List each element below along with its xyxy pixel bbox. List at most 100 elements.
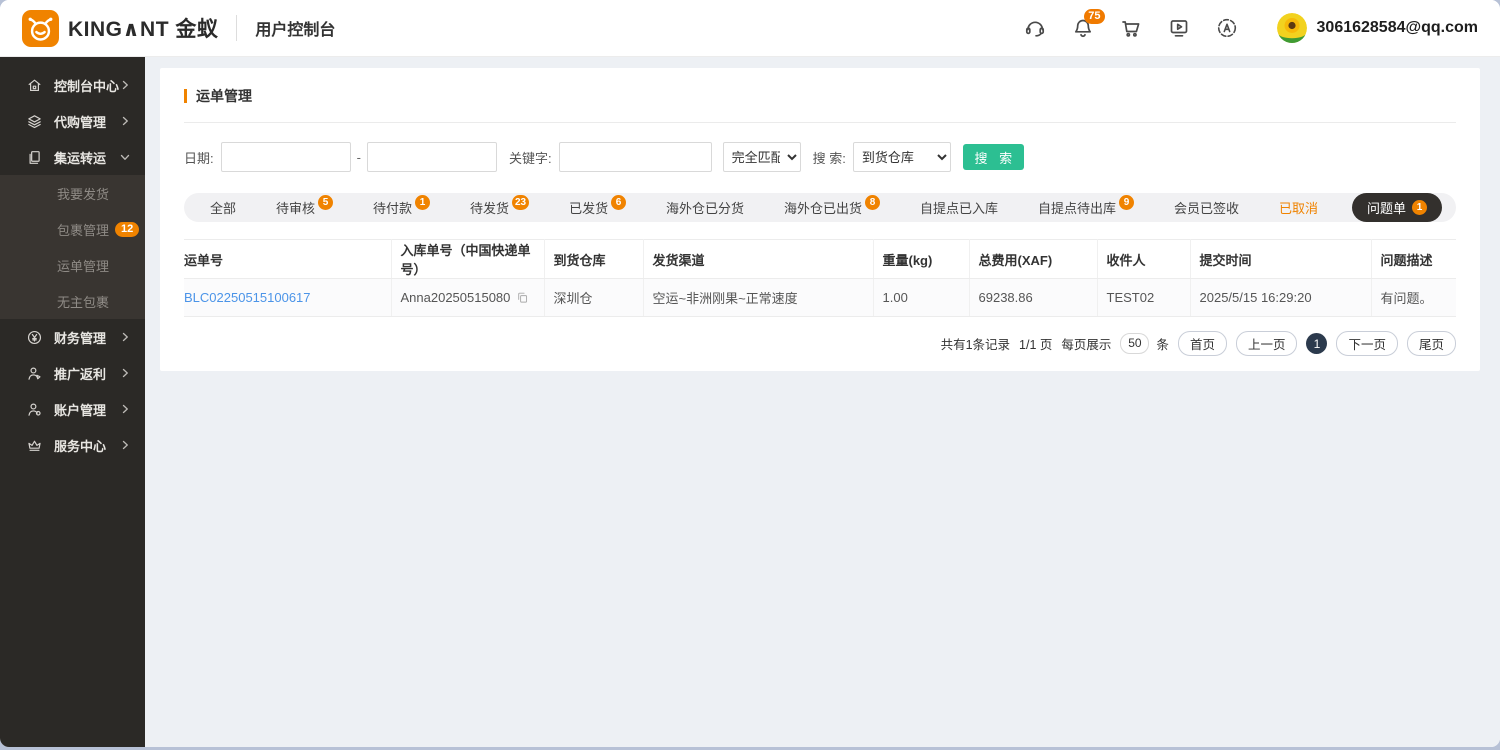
bell-icon[interactable]: 75 xyxy=(1071,16,1095,40)
column-header: 运单号 xyxy=(184,240,391,279)
warehouse-select[interactable]: 到货仓库 xyxy=(853,142,951,172)
avatar[interactable] xyxy=(1277,13,1307,43)
sidebar-item-console-center[interactable]: 控制台中心 xyxy=(0,67,145,103)
column-header: 问题描述 xyxy=(1371,240,1456,279)
brand-name: KING∧NT 金蚁 xyxy=(68,13,218,43)
chevron-right-icon xyxy=(119,439,131,451)
header-actions: 75 xyxy=(999,13,1478,43)
column-header: 提交时间 xyxy=(1190,240,1371,279)
person-share-icon xyxy=(26,365,43,382)
tab-pending-payment[interactable]: 待付款1 xyxy=(367,198,436,217)
waybill-number-link[interactable]: BLC02250515100617 xyxy=(184,290,311,305)
waybill-table: 运单号入库单号（中国快递单号）到货仓库发货渠道重量(kg)总费用(XAF)收件人… xyxy=(184,239,1456,317)
chevron-down-icon xyxy=(119,151,131,163)
tab-pending-review[interactable]: 待审核5 xyxy=(270,198,339,217)
channel-cell: 空运~非洲刚果~正常速度 xyxy=(643,279,873,317)
tab-member-signed[interactable]: 会员已签收 xyxy=(1168,198,1245,217)
tab-overseas-shipped[interactable]: 海外仓已出货8 xyxy=(778,198,886,217)
sidebar-item-consolidation[interactable]: 集运转运 xyxy=(0,139,145,175)
column-header: 收件人 xyxy=(1097,240,1190,279)
sidebar-subitem-label: 包裹管理 xyxy=(57,220,109,239)
tab-label: 已取消 xyxy=(1279,198,1318,217)
search-button[interactable]: 搜 索 xyxy=(963,144,1024,170)
tab-shipped[interactable]: 已发货6 xyxy=(563,198,632,217)
tab-label: 海外仓已分货 xyxy=(666,198,744,217)
tab-overseas-sorted[interactable]: 海外仓已分货 xyxy=(660,198,750,217)
total-cost-cell: 69238.86 xyxy=(969,279,1097,317)
count-badge: 1 xyxy=(415,195,430,210)
current-page-indicator[interactable]: 1 xyxy=(1306,333,1327,354)
submit-time-cell: 2025/5/15 16:29:20 xyxy=(1190,279,1371,317)
table-row: BLC02250515100617 Anna20250515080 深圳仓空运~非洲… xyxy=(184,279,1456,317)
keyword-label: 关键字: xyxy=(509,148,552,167)
copy-icon[interactable] xyxy=(516,291,529,304)
tab-label: 全部 xyxy=(210,198,236,217)
sidebar-item-finance[interactable]: 财务管理 xyxy=(0,319,145,355)
table-header-row: 运单号入库单号（中国快递单号）到货仓库发货渠道重量(kg)总费用(XAF)收件人… xyxy=(184,240,1456,279)
tab-cancelled[interactable]: 已取消 xyxy=(1273,198,1324,217)
translate-icon[interactable] xyxy=(1215,16,1239,40)
cart-icon[interactable] xyxy=(1119,16,1143,40)
count-badge: 8 xyxy=(865,195,880,210)
chevron-right-icon xyxy=(119,367,131,379)
user-email[interactable]: 3061628584@qq.com xyxy=(1317,19,1478,37)
sidebar-item-service-center[interactable]: 服务中心 xyxy=(0,427,145,463)
record-summary: 共有1条记录 xyxy=(941,334,1010,353)
sidebar-subitem-unclaimed-packages[interactable]: 无主包裹 xyxy=(0,283,145,319)
tab-label: 自提点待出库 xyxy=(1038,198,1116,217)
filter-bar: 日期: - 关键字: 完全匹配 搜 索: 到货仓库 搜 索 xyxy=(184,142,1456,172)
kingant-logo-icon[interactable] xyxy=(22,10,59,47)
next-page-button[interactable]: 下一页 xyxy=(1336,331,1398,356)
tab-label: 待审核 xyxy=(276,198,315,217)
sidebar-subitem-label: 我要发货 xyxy=(57,184,109,203)
count-badge: 9 xyxy=(1119,195,1134,210)
title-accent-bar xyxy=(184,89,187,103)
sidebar-subitem-package-management[interactable]: 包裹管理 12 xyxy=(0,211,145,247)
sidebar-item-label: 代购管理 xyxy=(54,112,119,131)
tab-pickup-outbound[interactable]: 自提点待出库9 xyxy=(1032,198,1140,217)
sidebar-item-purchasing[interactable]: 代购管理 xyxy=(0,103,145,139)
per-page-selector[interactable]: 50 xyxy=(1120,333,1149,354)
warehouse-cell: 深圳仓 xyxy=(544,279,643,317)
status-tabbar: 全部 待审核5 待付款1 待发货23 已发货6 海外仓已分货 海外仓已出货8 自提点已入库 自提… xyxy=(184,193,1456,222)
sidebar-submenu: 我要发货包裹管理 12 运单管理无主包裹 xyxy=(0,175,145,319)
tab-pending-shipment[interactable]: 待发货23 xyxy=(464,198,535,217)
crown-icon xyxy=(26,437,43,454)
tab-all[interactable]: 全部 xyxy=(204,198,242,217)
column-header: 总费用(XAF) xyxy=(969,240,1097,279)
inbound-number: Anna20250515080 xyxy=(401,290,511,305)
date-end-input[interactable] xyxy=(367,142,497,172)
last-page-button[interactable]: 尾页 xyxy=(1407,331,1456,356)
support-icon[interactable] xyxy=(1023,16,1047,40)
date-separator: - xyxy=(357,150,361,165)
first-page-button[interactable]: 首页 xyxy=(1178,331,1227,356)
tab-label: 会员已签收 xyxy=(1174,198,1239,217)
prev-page-button[interactable]: 上一页 xyxy=(1236,331,1298,356)
yen-icon xyxy=(26,329,43,346)
keyword-input[interactable] xyxy=(559,142,712,172)
sidebar-subitem-waybill-management[interactable]: 运单管理 xyxy=(0,247,145,283)
sidebar-item-promotion-rebate[interactable]: 推广返利 xyxy=(0,355,145,391)
recipient-cell: TEST02 xyxy=(1097,279,1190,317)
tab-pickup-inbound[interactable]: 自提点已入库 xyxy=(914,198,1004,217)
count-badge: 12 xyxy=(115,222,139,237)
content-card: 运单管理 日期: - 关键字: 完全匹配 搜 索: 到货仓库 xyxy=(160,68,1480,371)
column-header: 重量(kg) xyxy=(873,240,969,279)
sidebar-item-account[interactable]: 账户管理 xyxy=(0,391,145,427)
tab-label: 待发货 xyxy=(470,198,509,217)
sidebar-item-label: 服务中心 xyxy=(54,436,119,455)
per-page-label: 每页展示 xyxy=(1061,334,1111,353)
pagination: 共有1条记录 1/1 页 每页展示 50 条 首页 上一页 1 下一页 尾页 xyxy=(184,331,1456,356)
match-mode-select[interactable]: 完全匹配 xyxy=(723,142,801,172)
problem-description-cell[interactable]: 有问题。 xyxy=(1371,279,1456,317)
tab-problem-orders[interactable]: 问题单1 xyxy=(1352,193,1442,222)
sidebar-subitem-i-want-to-ship[interactable]: 我要发货 xyxy=(0,175,145,211)
tab-label: 海外仓已出货 xyxy=(784,198,862,217)
video-tutorial-icon[interactable] xyxy=(1167,16,1191,40)
date-start-input[interactable] xyxy=(221,142,351,172)
top-header: KING∧NT 金蚁 用户控制台 75 xyxy=(0,0,1500,57)
sidebar: 控制台中心代购管理集运转运我要发货包裹管理 12 运单管理无主包裹财务管理推广返利账… xyxy=(0,57,145,747)
chevron-right-icon xyxy=(119,403,131,415)
home-icon xyxy=(26,77,43,94)
chevron-right-icon xyxy=(119,331,131,343)
